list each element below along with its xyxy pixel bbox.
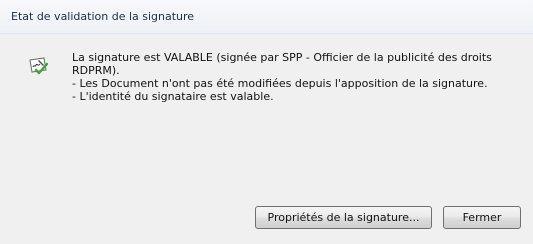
message-line-3: - Les Document n'ont pas été modifiées d… <box>72 77 488 90</box>
message-line-2: RDPRM). <box>72 64 120 77</box>
title-bar: Etat de validation de la signature <box>0 0 533 34</box>
close-button[interactable]: Fermer <box>443 206 521 229</box>
validation-message: La signature est VALABLE (signée par SPP… <box>72 51 512 103</box>
window-title: Etat de validation de la signature <box>11 10 195 23</box>
message-line-4: - L'identité du signataire est valable. <box>72 90 274 103</box>
signature-validation-dialog: Etat de validation de la signature La si… <box>0 0 533 244</box>
signature-valid-icon <box>27 56 51 76</box>
message-line-1: La signature est VALABLE (signée par SPP… <box>72 51 492 64</box>
signature-properties-button[interactable]: Propriétés de la signature... <box>255 206 432 229</box>
